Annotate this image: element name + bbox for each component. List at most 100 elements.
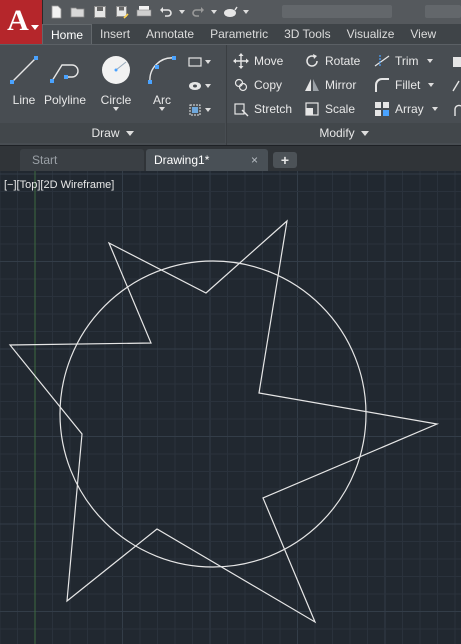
chevron-down-icon: [31, 25, 39, 30]
hatch-icon: [189, 82, 201, 90]
erase-icon: [453, 57, 461, 67]
tab-view[interactable]: View: [402, 24, 444, 44]
move-label: Move: [254, 54, 284, 68]
stretch-icon: [234, 103, 249, 117]
circle-icon: [102, 56, 130, 84]
chevron-down-icon[interactable]: [159, 107, 165, 111]
mirror-label: Mirror: [325, 78, 357, 92]
array-button[interactable]: Array: [374, 99, 438, 119]
tab-visualize[interactable]: Visualize: [339, 24, 403, 44]
arc-label: Arc: [153, 93, 171, 107]
scale-icon: [305, 102, 319, 116]
star-polyline-entity[interactable]: [8, 219, 440, 624]
rectangle-tool[interactable]: [188, 53, 216, 71]
arc-button[interactable]: Arc: [140, 51, 184, 117]
copy-icon: [234, 78, 248, 92]
scale-button[interactable]: Scale: [304, 99, 355, 119]
new-drawing-tab-button[interactable]: +: [273, 152, 297, 168]
erase-tool[interactable]: [447, 53, 461, 71]
view-cube-menu[interactable]: [Top]: [17, 179, 41, 191]
move-icon: [233, 53, 249, 69]
stretch-label: Stretch: [254, 102, 293, 116]
line-icon: [10, 56, 38, 84]
explode-icon: [452, 80, 460, 92]
application-logo: A: [7, 4, 29, 37]
circle-entity[interactable]: [59, 260, 367, 568]
trim-label: Trim: [395, 54, 419, 68]
stretch-button[interactable]: Stretch: [233, 99, 292, 119]
modify-panel-label: Modify: [319, 126, 355, 140]
tab-3d-tools[interactable]: 3D Tools: [276, 24, 338, 44]
viewport-controls: [−][Top][2D Wireframe]: [4, 179, 114, 191]
chevron-down-icon[interactable]: [428, 83, 435, 87]
viewport-controls-menu[interactable]: [−]: [4, 179, 17, 191]
draw-panel-label: Draw: [91, 126, 120, 140]
chevron-down-icon[interactable]: [113, 107, 119, 111]
trim-button[interactable]: Trim: [374, 51, 433, 71]
rotate-icon: [306, 54, 318, 67]
line-button[interactable]: Line: [2, 51, 46, 117]
fillet-icon: [375, 78, 389, 92]
drawing-area[interactable]: [−][Top][2D Wireframe]: [0, 171, 461, 644]
region-icon: [189, 104, 201, 116]
scale-label: Scale: [325, 102, 356, 116]
title-text-area: [282, 5, 392, 18]
quick-access-toolbar: [46, 2, 250, 22]
save-icon[interactable]: [90, 2, 110, 22]
rotate-button[interactable]: Rotate: [304, 51, 360, 71]
tab-annotate[interactable]: Annotate: [138, 24, 202, 44]
arc-icon: [148, 56, 176, 84]
copy-label: Copy: [254, 78, 283, 92]
chevron-down-icon[interactable]: [431, 107, 438, 111]
explode-tool[interactable]: [447, 77, 461, 95]
tab-insert[interactable]: Insert: [92, 24, 138, 44]
fillet-label: Fillet: [395, 78, 421, 92]
tab-home[interactable]: Home: [42, 24, 93, 44]
copy-button[interactable]: Copy: [233, 75, 282, 95]
circle-label: Circle: [100, 93, 132, 107]
draw-panel-title[interactable]: Draw: [0, 123, 225, 143]
model-space-canvas[interactable]: [0, 171, 461, 644]
title-bar: [0, 0, 461, 24]
array-icon: [375, 102, 389, 116]
mirror-button[interactable]: Mirror: [304, 75, 356, 95]
undo-icon[interactable]: [156, 2, 176, 22]
autocad-window: A Home Insert Annotate Parametric 3D Too…: [0, 0, 461, 644]
new-file-icon[interactable]: [46, 2, 66, 22]
hatch-tool[interactable]: [188, 77, 216, 95]
file-tab-drawing1[interactable]: Drawing1* ×: [146, 149, 268, 171]
offset-tool[interactable]: [447, 101, 461, 119]
title-search-area: [425, 5, 461, 18]
circle-button[interactable]: Circle: [94, 51, 138, 117]
application-menu-button[interactable]: A: [0, 0, 43, 44]
ribbon-tabs: Home Insert Annotate Parametric 3D Tools…: [42, 24, 461, 44]
region-tool[interactable]: [188, 101, 216, 119]
array-label: Array: [395, 102, 424, 116]
mirror-icon: [305, 79, 319, 91]
open-folder-icon[interactable]: [68, 2, 88, 22]
redo-icon[interactable]: [188, 2, 208, 22]
customize-qat-icon[interactable]: [242, 2, 250, 22]
polyline-button[interactable]: Polyline: [43, 51, 87, 117]
chevron-down-icon: [360, 131, 369, 137]
visual-style-menu[interactable]: [2D Wireframe]: [40, 179, 114, 191]
file-tab-start[interactable]: Start: [20, 149, 144, 171]
polyline-icon: [50, 64, 79, 83]
chevron-down-icon: [125, 131, 134, 137]
rectangle-icon: [188, 57, 202, 67]
file-tab-start-label: Start: [32, 153, 58, 167]
modify-panel-title[interactable]: Modify: [227, 123, 461, 143]
chevron-down-icon[interactable]: [426, 59, 433, 63]
plot-icon[interactable]: [134, 2, 154, 22]
line-label: Line: [12, 93, 36, 107]
save-as-icon[interactable]: [112, 2, 132, 22]
undo-dropdown-icon[interactable]: [178, 2, 186, 22]
fillet-button[interactable]: Fillet: [374, 75, 435, 95]
offset-icon: [454, 104, 461, 116]
share-icon[interactable]: [220, 2, 240, 22]
move-button[interactable]: Move: [233, 51, 283, 71]
redo-dropdown-icon[interactable]: [210, 2, 218, 22]
file-tabs: Start Drawing1* × +: [0, 145, 461, 172]
tab-parametric[interactable]: Parametric: [202, 24, 276, 44]
close-icon[interactable]: ×: [251, 149, 258, 171]
